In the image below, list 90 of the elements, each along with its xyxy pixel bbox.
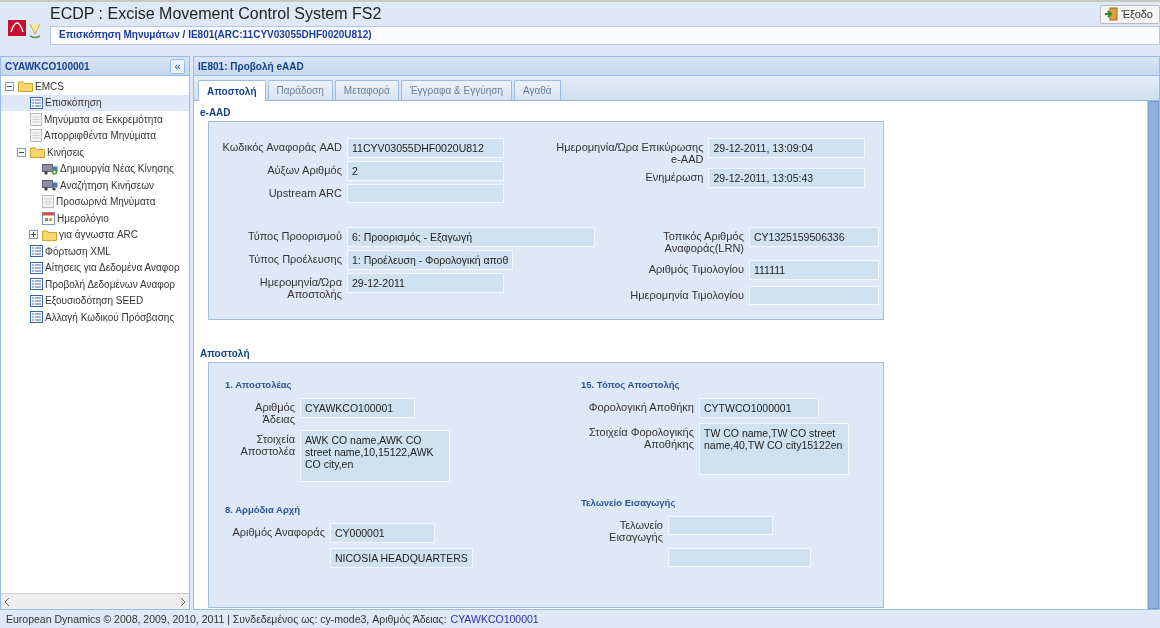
input-field[interactable]: CYTWCO1000001 — [699, 398, 819, 418]
tree-item[interactable]: Ημερολόγιο — [1, 210, 189, 227]
tab[interactable]: Μεταφορά — [334, 80, 399, 100]
tab[interactable]: Παράδοση — [267, 80, 333, 100]
field-label: Τύπος Προέλευσης — [247, 252, 342, 265]
list-icon — [30, 245, 43, 258]
collapse-button[interactable]: « — [170, 58, 185, 74]
tree-item[interactable]: Δημιουργία Νέας Κίνησης — [1, 160, 189, 177]
tab[interactable]: Αποστολή — [198, 80, 266, 101]
input-field[interactable]: NICOSIA HEADQUARTERS — [330, 548, 473, 568]
document-icon — [42, 195, 54, 209]
input-field[interactable]: CY000001 — [330, 523, 435, 543]
field-label: Τελωνείο Εισαγωγής — [608, 518, 663, 543]
field-label: Αριθμός Αναφοράς — [231, 525, 325, 538]
field-label: Φορολογική Αποθήκη — [587, 400, 694, 413]
document-icon — [30, 112, 42, 126]
breadcrumb: Επισκόπηση Μηνυμάτων / IE801(ARC:11CYV03055DHF0020U812) — [50, 26, 1160, 45]
tree-item[interactable]: EMCS — [1, 78, 189, 95]
field-label: Ημερομηνία/Ώρα Αποστολής — [258, 275, 342, 300]
panel-title: CYAWKCO100001 — [5, 60, 90, 72]
subsection-title: 8. Αρμόδια Αρχή — [225, 504, 302, 515]
field-label: Ημερομηνία Τιμολογίου — [629, 288, 744, 301]
footer-text: European Dynamics © 2008, 2009, 2010, 2011 | Συνδεδεμένος ως: cy-mode3, Αριθμός Άδειας: — [6, 613, 447, 625]
app-title: ECDP : Excise Movement Control System FS2 — [50, 5, 382, 23]
input-field[interactable]: 11CYV03055DHF0020U812 — [347, 138, 504, 158]
list-icon — [30, 278, 43, 291]
tree-item[interactable]: Προβολή Δεδομένων Αναφορ — [1, 276, 189, 293]
tree-item[interactable]: Προσωρινά Μηνύματα — [1, 193, 189, 210]
tree-item[interactable]: Μηνύματα σε Εκκρεμότητα — [1, 111, 189, 128]
tree-item[interactable]: Αίτησεις για Δεδομένα Αναφορ — [1, 259, 189, 276]
list-icon — [30, 96, 43, 109]
tree-item[interactable]: Εξουσιοδότηση SEED — [1, 292, 189, 309]
tree-item[interactable]: Κινήσεις — [1, 144, 189, 161]
panel-title: IE801: Προβολή eAAD — [198, 60, 304, 72]
section-title: e-AAD — [200, 107, 232, 118]
tree-item[interactable]: Αναζήτηση Κινήσεων — [1, 177, 189, 194]
input-field[interactable]: 111111 — [749, 260, 879, 280]
field-label: Αριθμός Άδειας — [254, 400, 295, 425]
folder-icon — [42, 228, 57, 241]
license-link[interactable]: CYAWKCO100001 — [450, 613, 539, 625]
tree-item[interactable]: Αλλαγή Κωδικού Πρόσβασης — [1, 309, 189, 326]
tree-item[interactable]: Επισκόπηση — [1, 94, 189, 111]
input-field[interactable]: 29-12-2011, 13:05:43 — [708, 168, 866, 188]
input-field[interactable]: 6: Προορισμός - Εξαγωγή — [347, 227, 595, 247]
input-field[interactable] — [668, 516, 773, 535]
tab[interactable]: Αγαθά — [514, 80, 561, 100]
input-field[interactable]: 29-12-2011, 13:09:04 — [708, 138, 866, 158]
exit-button[interactable]: Έξοδο — [1100, 4, 1160, 24]
vertical-scrollbar[interactable] — [1147, 101, 1159, 609]
truck-add-icon — [42, 162, 58, 175]
input-field[interactable]: CY1325159506336 — [749, 227, 879, 247]
tab[interactable]: Έγγραφα & Εγγύηση — [400, 80, 512, 100]
field-label: Στοιχεία Φορολογικής Αποθήκης — [588, 425, 694, 450]
text-area[interactable]: TW CO name,TW CO street name,40,TW CO city15122en — [699, 423, 849, 475]
expand-icon[interactable] — [29, 230, 38, 240]
field-label: Ημερομηνία/Ώρα Επικύρωσης e-AAD — [555, 140, 704, 165]
collapse-icon[interactable] — [17, 147, 26, 157]
field-label: Upstream ARC — [267, 186, 342, 199]
input-field[interactable] — [347, 184, 504, 203]
exit-door-icon — [1104, 7, 1119, 21]
document-icon — [30, 129, 42, 143]
subsection-title: Τελωνείο Εισαγωγής — [581, 497, 677, 508]
collapse-icon[interactable] — [5, 81, 14, 91]
field-label: Αύξων Αριθμός — [266, 163, 342, 176]
input-field[interactable]: 1: Προέλευση - Φορολογική αποθ — [347, 250, 514, 270]
subsection-title: 15. Τόπος Αποστολής — [581, 379, 681, 390]
text-area[interactable]: AWK CO name,AWK CO street name,10,15122,AWK CO city,en — [300, 430, 450, 482]
section-title: Αποστολή — [200, 348, 251, 359]
truck-icon — [42, 179, 58, 192]
horizontal-scrollbar[interactable] — [1, 593, 189, 609]
field-label: Τύπος Προορισμού — [246, 229, 342, 242]
input-field[interactable] — [668, 548, 811, 567]
tree-item[interactable]: Απορριφθέντα Μηνύματα — [1, 127, 189, 144]
list-icon — [30, 261, 43, 274]
calendar-icon — [42, 211, 55, 225]
input-field[interactable]: 29-12-2011 — [347, 273, 504, 293]
folder-icon — [30, 146, 45, 159]
field-label: Αριθμός Τιμολογίου — [647, 262, 744, 275]
input-field[interactable]: CYAWKCO100001 — [300, 398, 415, 418]
input-field[interactable] — [749, 286, 879, 305]
field-label: Τοπικός Αριθμός Αναφοράς(LRN) — [662, 229, 744, 254]
input-field[interactable]: 2 — [347, 161, 504, 181]
field-label: Στοιχεία Αποστολέα — [239, 432, 295, 457]
list-icon — [30, 294, 43, 307]
tree-item[interactable]: για άγνωστα ARC — [1, 226, 189, 243]
subsection-title: 1. Αποστολέας — [225, 379, 293, 390]
field-label: Κωδικός Αναφοράς AAD — [221, 140, 342, 153]
list-icon — [30, 311, 43, 324]
tree-item[interactable]: Φόρτωση XML — [1, 243, 189, 260]
field-label: Ενημέρωση — [644, 170, 704, 183]
